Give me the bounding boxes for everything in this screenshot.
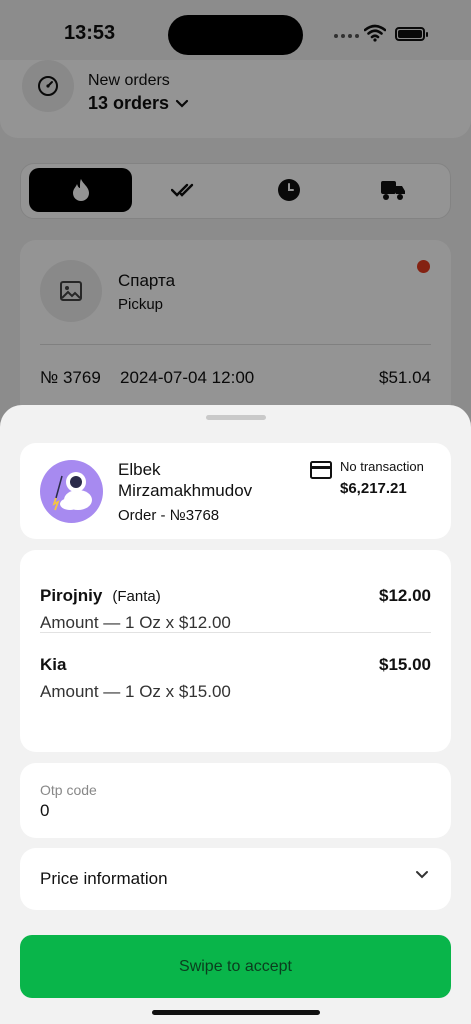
item-price: $12.00 — [379, 586, 431, 605]
transaction-amount: $6,217.21 — [340, 480, 407, 497]
item-amount: Amount — 1 Oz x $15.00 — [40, 682, 231, 701]
sheet-drag-handle[interactable] — [206, 415, 266, 420]
item-price: $15.00 — [379, 655, 431, 674]
item-amount: Amount — 1 Oz x $12.00 — [40, 613, 231, 632]
avatar — [40, 460, 103, 523]
otp-label: Otp code — [40, 782, 97, 798]
item-title: Kia — [40, 655, 67, 674]
home-indicator — [152, 1010, 320, 1015]
order-items-card: Pirojniy (Fanta) $12.00 Amount — 1 Oz x $… — [20, 550, 451, 752]
transaction-label: No transaction — [340, 459, 424, 474]
price-information-label: Price information — [40, 869, 168, 888]
customer-name: Elbek Mirzamakhmudov — [118, 460, 253, 500]
credit-card-icon — [310, 461, 332, 479]
swipe-to-accept-button[interactable]: Swipe to accept — [20, 935, 451, 998]
price-information-toggle[interactable]: Price information — [20, 848, 451, 910]
chevron-down-icon — [416, 871, 428, 879]
item-title: Pirojniy — [40, 586, 103, 605]
item-modifier: (Fanta) — [112, 588, 161, 605]
list-item: Kia $15.00 Amount — 1 Oz x $15.00 — [40, 655, 431, 715]
order-detail-sheet: Elbek Mirzamakhmudov Order - №3768 No tr… — [0, 405, 471, 1024]
item-name: Pirojniy (Fanta) — [40, 586, 161, 606]
customer-card: Elbek Mirzamakhmudov Order - №3768 No tr… — [20, 443, 451, 539]
otp-value[interactable]: 0 — [40, 801, 49, 821]
otp-field[interactable]: Otp code 0 — [20, 763, 451, 838]
divider — [40, 632, 431, 633]
customer-order-number: Order - №3768 — [118, 507, 220, 524]
list-item: Pirojniy (Fanta) $12.00 Amount — 1 Oz x $… — [40, 586, 431, 646]
item-name: Kia — [40, 655, 66, 675]
